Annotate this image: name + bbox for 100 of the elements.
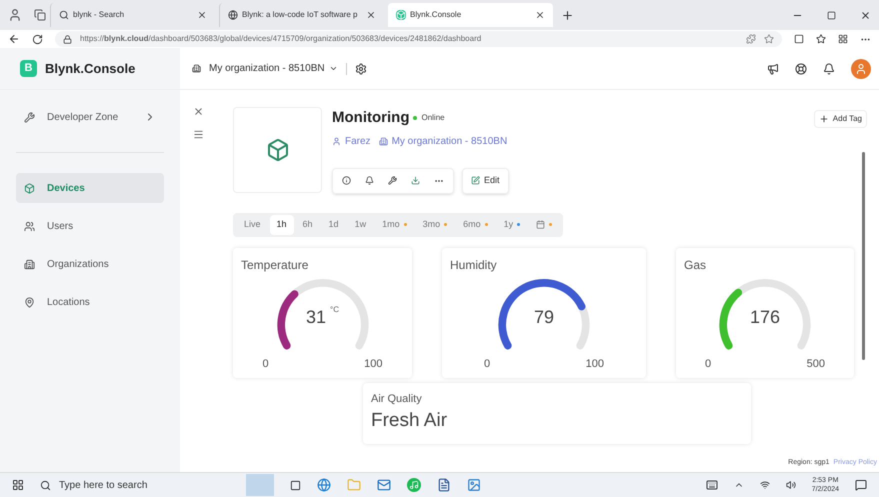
gauge-min: 0	[484, 356, 490, 372]
gauge-max: 500	[806, 356, 825, 372]
info-icon[interactable]	[342, 176, 351, 185]
close-icon[interactable]	[860, 10, 871, 20]
time-range-tab[interactable]: 1y	[496, 214, 528, 234]
time-range-tab[interactable]: 3mo	[416, 214, 454, 234]
edit-button[interactable]: Edit	[462, 168, 509, 194]
collections-icon[interactable]	[838, 34, 848, 44]
favorites-icon[interactable]	[816, 34, 826, 44]
bell-icon[interactable]	[365, 176, 374, 185]
gauge-min: 0	[262, 356, 269, 372]
time-range-tab[interactable]: 1mo	[375, 214, 414, 234]
sidebar-item-icon	[24, 112, 35, 122]
split-screen-icon[interactable]	[794, 34, 804, 44]
building-icon	[378, 136, 388, 146]
status-text: Online	[421, 112, 445, 124]
sidebar-item-icon	[24, 220, 35, 232]
sidebar-item-icon	[24, 296, 35, 308]
network-icon[interactable]	[760, 480, 770, 490]
new-tab-icon[interactable]	[561, 8, 574, 22]
gauge-value: 31	[306, 306, 326, 328]
back-icon[interactable]	[8, 33, 20, 45]
windows-logo-icon[interactable]	[12, 479, 24, 491]
time-range-tab[interactable]: 1h	[270, 214, 294, 234]
image-icon[interactable]	[467, 478, 481, 492]
close-icon[interactable]	[366, 10, 376, 20]
close-icon[interactable]	[197, 10, 207, 20]
download-icon[interactable]	[411, 176, 420, 185]
lock-icon	[63, 34, 72, 44]
tab-favicon-icon	[59, 10, 69, 20]
plus-icon	[818, 114, 829, 124]
menu-icon[interactable]	[192, 129, 204, 140]
device-name: Monitoring	[332, 108, 410, 128]
address-bar[interactable]: https://blynk.cloud/dashboard/503683/global/devices/4715709/organization/503683/devices/2481862/dashboard	[55, 31, 782, 47]
refresh-icon[interactable]	[32, 34, 43, 44]
organization-selector[interactable]: My organization - 8510BN	[209, 61, 338, 76]
owner-link[interactable]: Farez	[332, 134, 371, 148]
gauge-max: 100	[364, 356, 382, 372]
app-name: Blynk.Console	[45, 60, 136, 78]
keyboard-icon[interactable]	[706, 479, 718, 491]
settings-icon[interactable]	[354, 62, 367, 74]
calendar-icon	[536, 220, 546, 229]
widget-value: Fresh Air	[371, 409, 448, 433]
cube-icon	[266, 138, 290, 162]
document-icon[interactable]	[437, 478, 451, 492]
close-icon[interactable]	[535, 10, 545, 20]
widget-title: Humidity	[450, 256, 498, 274]
url-text: https://blynk.cloud/dashboard/503683/global/devices/4715709/organization/503683/devices/2481862/dashboard	[80, 33, 482, 45]
tab-title: blynk - Search	[73, 9, 126, 21]
gauge-value: 176	[750, 306, 780, 328]
time-range-tab[interactable]: 1w	[348, 214, 374, 234]
building-icon	[192, 64, 201, 73]
bell-icon[interactable]	[823, 62, 835, 74]
browser-icon[interactable]	[317, 478, 331, 492]
tab-favicon-icon	[396, 10, 406, 20]
tab-title: Blynk: a low-code IoT software p	[242, 9, 358, 21]
person-icon	[855, 62, 867, 74]
extension-icon[interactable]	[746, 34, 756, 44]
scrollbar-thumb[interactable]	[862, 152, 865, 360]
search-icon	[40, 480, 51, 490]
tab-favicon-icon	[228, 10, 238, 20]
widget-title: Temperature	[241, 256, 310, 274]
gauge-max: 100	[586, 356, 604, 372]
taskbar-search[interactable]: Type here to search	[40, 478, 230, 492]
widget-title: Gas	[684, 256, 708, 274]
megaphone-icon[interactable]	[767, 62, 779, 74]
sidebar-item[interactable]: Users	[16, 211, 164, 241]
volume-icon[interactable]	[786, 480, 796, 490]
help-icon[interactable]	[795, 62, 807, 74]
task-view-icon[interactable]	[290, 480, 301, 490]
tab-actions-icon[interactable]	[34, 9, 46, 21]
caret-icon	[328, 64, 338, 73]
sidebar-item[interactable]: Locations	[16, 287, 164, 317]
edit-icon	[471, 176, 480, 185]
profile-icon[interactable]	[8, 8, 22, 22]
time-range-tab[interactable]: 6h	[296, 214, 320, 234]
close-icon[interactable]	[192, 106, 204, 117]
gauge-value: 79	[534, 306, 554, 328]
time-range-tab[interactable]: 6mo	[456, 214, 495, 234]
notification-icon[interactable]	[855, 479, 867, 491]
add-tag-button[interactable]: Add Tag	[814, 110, 867, 128]
mail-icon[interactable]	[377, 478, 391, 492]
sidebar-item[interactable]: Organizations	[16, 249, 164, 279]
sidebar-item-icon	[24, 182, 35, 194]
browser-tab[interactable]: Blynk.Console	[388, 3, 553, 27]
music-icon[interactable]	[407, 478, 421, 492]
favorite-icon[interactable]	[764, 34, 774, 44]
maximize-icon[interactable]	[827, 10, 836, 20]
organization-link[interactable]: My organization - 8510BN	[378, 134, 508, 148]
sidebar-item[interactable]: Developer Zone	[16, 102, 164, 132]
widget-title: Air Quality	[371, 392, 423, 406]
gauge-unit: °C	[330, 304, 339, 316]
logo-mark: B	[20, 60, 37, 77]
wrench-icon[interactable]	[388, 176, 397, 185]
lighthouse-picture	[246, 474, 274, 496]
user-avatar[interactable]	[851, 58, 871, 78]
person-icon	[332, 136, 341, 146]
time-range-tab[interactable]: 1d	[322, 214, 346, 234]
sidebar-item-icon	[24, 258, 35, 270]
time-range-tab[interactable]: Live	[237, 214, 268, 234]
